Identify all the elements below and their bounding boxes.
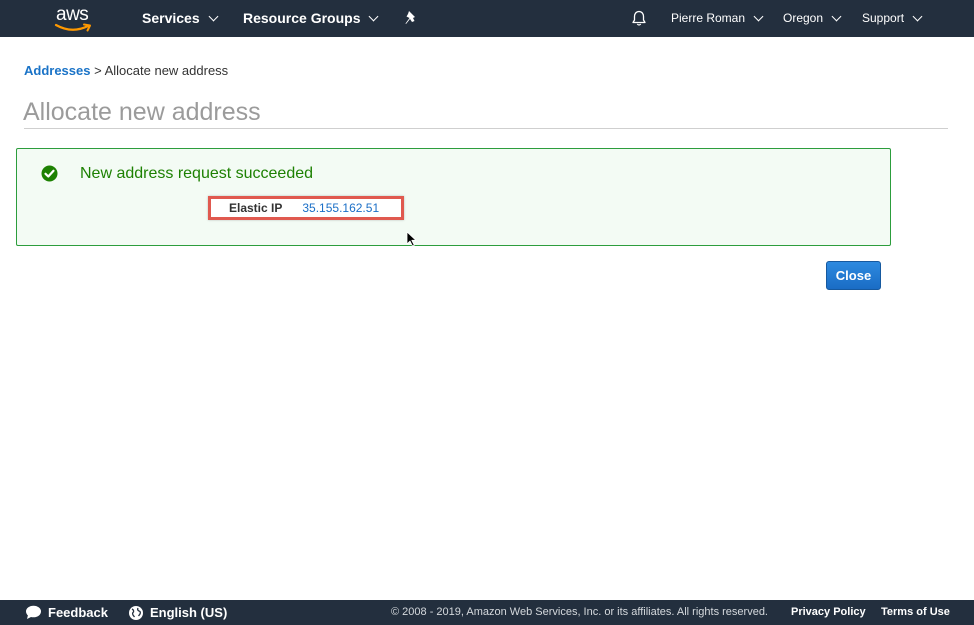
support-label: Support — [862, 11, 905, 25]
language-label: English (US) — [150, 605, 228, 620]
breadcrumb: Addresses > Allocate new address — [24, 63, 228, 78]
resource-groups-menu[interactable]: Resource Groups — [243, 0, 379, 37]
copyright-text: © 2008 - 2019, Amazon Web Services, Inc.… — [391, 606, 768, 618]
privacy-policy-link[interactable]: Privacy Policy — [791, 600, 866, 625]
close-button[interactable]: Close — [826, 261, 881, 290]
elastic-ip-highlight: Elastic IP 35.155.162.51 — [208, 196, 404, 220]
chevron-down-icon — [912, 11, 923, 22]
chevron-down-icon — [208, 11, 219, 22]
chevron-down-icon — [753, 11, 764, 22]
resource-groups-label: Resource Groups — [243, 10, 361, 26]
language-selector[interactable]: English (US) — [128, 600, 227, 625]
globe-icon — [129, 605, 143, 620]
services-menu[interactable]: Services — [142, 0, 219, 37]
user-name: Pierre Roman — [671, 11, 746, 25]
aws-smile-icon — [54, 23, 91, 32]
check-circle-icon — [41, 165, 58, 182]
footer-bar: Feedback English (US) © 2008 - 2019, Ama… — [0, 600, 974, 625]
top-navigation-bar: aws Services Resource Groups Pierre Roma… — [0, 0, 974, 37]
elastic-ip-link[interactable]: 35.155.162.51 — [302, 201, 379, 215]
pin-icon[interactable] — [404, 10, 418, 26]
terms-of-use-link[interactable]: Terms of Use — [881, 600, 950, 625]
aws-logo[interactable]: aws — [52, 4, 96, 32]
speech-bubble-icon — [26, 605, 41, 619]
feedback-link[interactable]: Feedback — [25, 600, 108, 625]
feedback-label: Feedback — [48, 605, 108, 620]
elastic-ip-label: Elastic IP — [229, 201, 283, 215]
breadcrumb-addresses-link[interactable]: Addresses — [24, 63, 90, 78]
success-message: New address request succeeded — [80, 165, 314, 182]
title-divider — [24, 128, 948, 129]
support-menu[interactable]: Support — [862, 0, 923, 37]
region-menu[interactable]: Oregon — [783, 0, 842, 37]
user-menu[interactable]: Pierre Roman — [671, 0, 764, 37]
page-title: Allocate new address — [23, 98, 261, 126]
success-alert: New address request succeeded Elastic IP… — [16, 148, 891, 246]
chevron-down-icon — [369, 11, 379, 22]
breadcrumb-current: Allocate new address — [104, 63, 229, 78]
bell-icon[interactable] — [631, 10, 647, 27]
cursor-icon — [406, 231, 417, 247]
services-label: Services — [142, 10, 200, 26]
region-name: Oregon — [783, 11, 824, 25]
chevron-down-icon — [831, 11, 842, 22]
breadcrumb-separator: > — [94, 63, 102, 78]
